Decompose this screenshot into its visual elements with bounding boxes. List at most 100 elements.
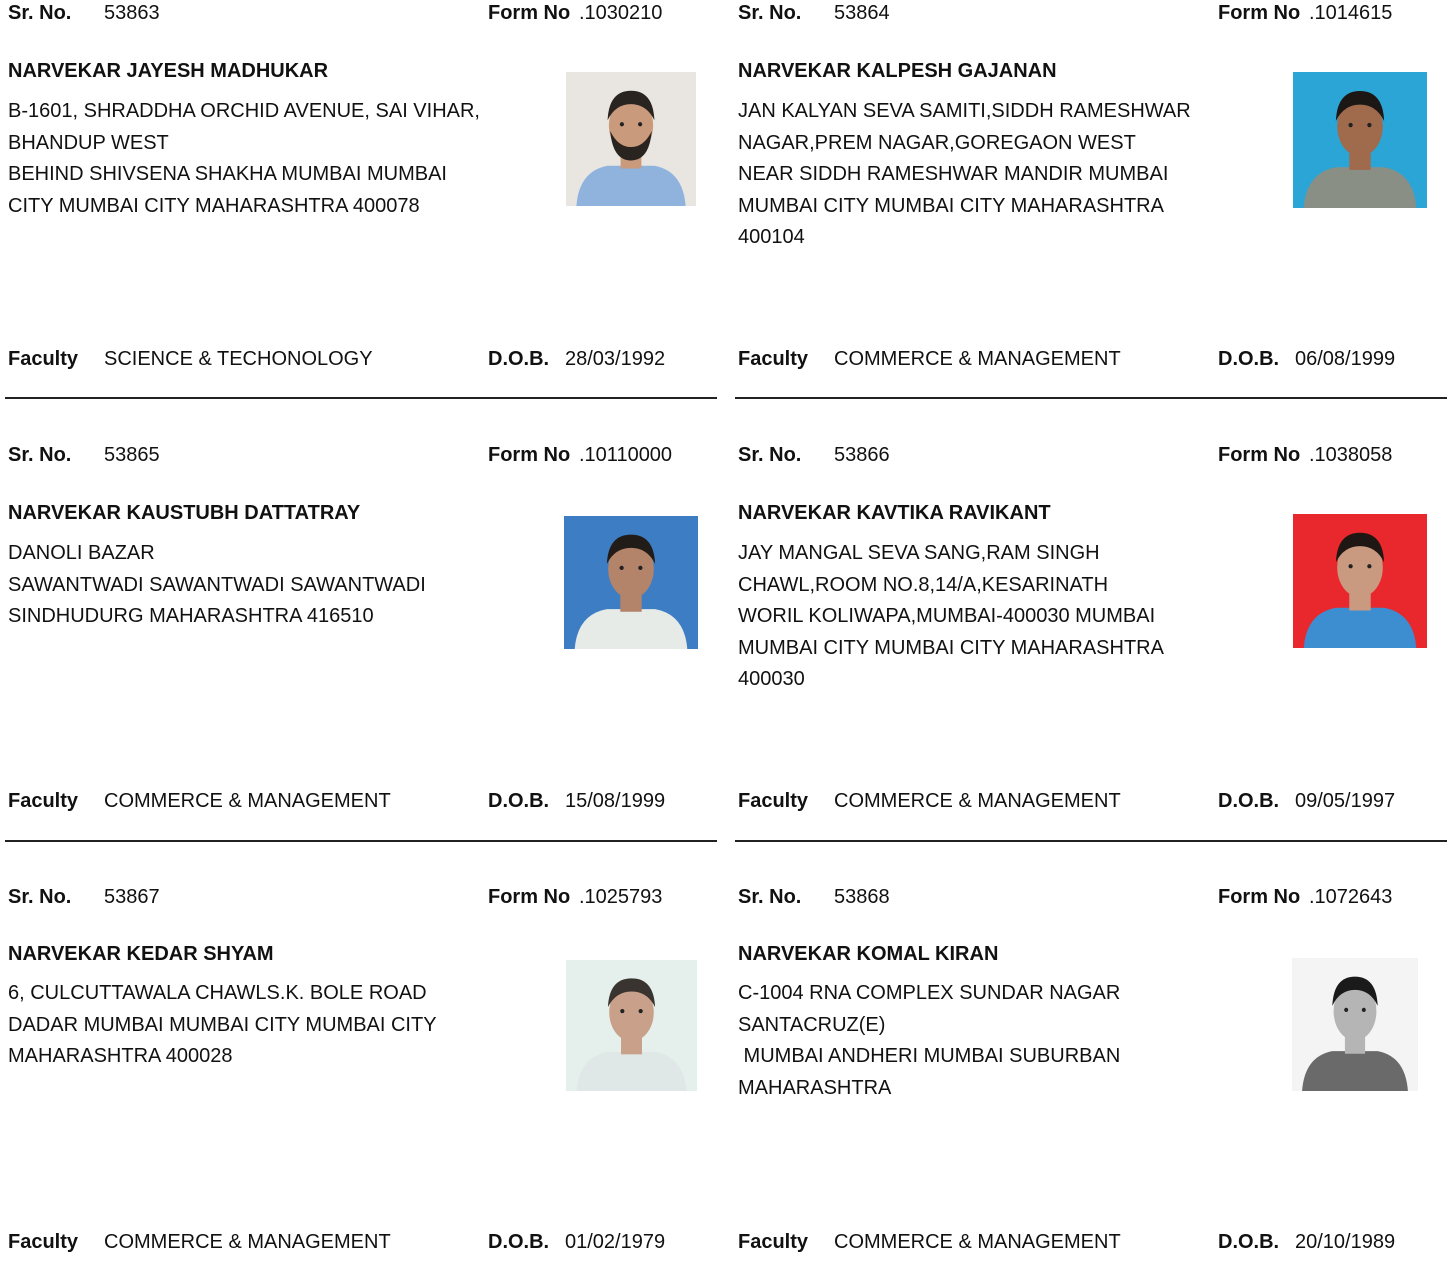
form-no-label: Form No — [488, 444, 571, 466]
sr-no-value: 53863 — [104, 2, 160, 24]
applicant-address: B-1601, SHRADDHA ORCHID AVENUE, SAI VIHA… — [8, 96, 528, 222]
photo-eye-left — [619, 565, 624, 570]
faculty-value: COMMERCE & MANAGEMENT — [834, 1231, 1121, 1253]
sr-no-label: Sr. No. — [8, 2, 72, 24]
photo-eye-left — [619, 122, 624, 127]
portrait-graphic — [1292, 958, 1418, 1091]
address-line: CHAWL,ROOM NO.8,14/A,KESARINATH — [738, 573, 1109, 596]
dob-value: 28/03/1992 — [565, 348, 666, 370]
sr-no-value: 53866 — [834, 444, 890, 466]
form-no-label: Form No — [1218, 2, 1301, 24]
faculty-value: COMMERCE & MANAGEMENT — [834, 790, 1121, 812]
record-card: Sr. No. 53868 Form No .1072643 NARVEKAR … — [730, 884, 1442, 1277]
dob-label: D.O.B. — [488, 348, 550, 370]
faculty-value: COMMERCE & MANAGEMENT — [104, 1231, 391, 1253]
address-line: BEHIND SHIVSENA SHAKHA MUMBAI MUMBAI — [8, 163, 447, 185]
form-no-value: .1038058 — [1309, 444, 1393, 466]
faculty-label: Faculty — [8, 790, 79, 812]
applicant-name: NARVEKAR KAVTIKA RAVIKANT — [738, 502, 1051, 524]
address-line: 400030 — [738, 668, 805, 690]
address-line: MUMBAI CITY MUMBAI CITY MAHARASHTRA — [738, 636, 1164, 659]
address-line: CITY MUMBAI CITY MAHARASHTRA 400078 — [8, 194, 420, 217]
photo-eye-left — [1344, 1007, 1349, 1012]
photo-eye-right — [1367, 564, 1372, 569]
dob-label: D.O.B. — [488, 1231, 550, 1253]
address-line: MAHARASHTRA 400028 — [8, 1045, 233, 1067]
dob-value: 01/02/1979 — [565, 1231, 666, 1253]
photo-eye-right — [638, 1008, 643, 1014]
photo-shoulders — [576, 165, 686, 206]
portrait-graphic — [1293, 72, 1427, 208]
applicant-photo — [566, 72, 696, 206]
address-line: DANOLI BAZAR — [8, 542, 155, 564]
address-line: WORIL KOLIWAPA,MUMBAI-400030 MUMBAI — [738, 605, 1156, 627]
applicant-photo — [566, 960, 697, 1091]
dob-value: 09/05/1997 — [1295, 790, 1396, 812]
photo-eye-left — [1348, 122, 1353, 128]
applicant-address: JAY MANGAL SEVA SANG,RAM SINGH CHAWL,ROO… — [738, 538, 1258, 696]
applicant-photo — [1293, 72, 1427, 208]
applicant-photo — [1293, 514, 1427, 648]
photo-shoulders — [1303, 167, 1417, 208]
address-line: JAY MANGAL SEVA SANG,RAM SINGH — [738, 542, 1100, 564]
portrait-graphic — [566, 72, 696, 206]
photo-eye-right — [1367, 122, 1372, 128]
dob-value: 06/08/1999 — [1295, 348, 1396, 370]
address-line: NEAR SIDDH RAMESHWAR MANDIR MUMBAI — [738, 163, 1169, 185]
sr-no-value: 53867 — [104, 886, 160, 908]
sr-no-value: 53864 — [834, 2, 890, 24]
portrait-graphic — [564, 516, 698, 649]
form-no-value: .1025793 — [579, 886, 663, 908]
address-line: DADAR MUMBAI MUMBAI CITY MUMBAI CITY — [8, 1013, 437, 1036]
record-card: Sr. No. 53867 Form No .1025793 NARVEKAR … — [0, 884, 712, 1277]
dob-label: D.O.B. — [1218, 1231, 1280, 1253]
photo-shoulders — [1303, 607, 1417, 648]
faculty-label: Faculty — [738, 348, 809, 370]
divider — [735, 840, 1447, 842]
address-line: BHANDUP WEST — [8, 131, 169, 154]
address-line: NAGAR,PREM NAGAR,GOREGAON WEST — [738, 131, 1136, 154]
form-no-value: .1072643 — [1309, 886, 1393, 908]
dob-label: D.O.B. — [488, 790, 550, 812]
faculty-label: Faculty — [738, 790, 809, 812]
sr-no-label: Sr. No. — [738, 886, 802, 908]
photo-eye-right — [638, 565, 643, 570]
divider — [5, 840, 717, 842]
applicant-photo — [564, 516, 698, 649]
address-line: C-1004 RNA COMPLEX SUNDAR NAGAR — [738, 982, 1121, 1004]
photo-eye-left — [620, 1008, 625, 1014]
applicant-address: DANOLI BAZAR SAWANTWADI SAWANTWADI SAWAN… — [8, 538, 528, 633]
sr-no-label: Sr. No. — [8, 886, 72, 908]
address-line: MAHARASHTRA — [738, 1076, 892, 1099]
sr-no-label: Sr. No. — [738, 444, 802, 466]
faculty-value: SCIENCE & TECHONOLOGY — [104, 348, 373, 370]
sr-no-value: 53865 — [104, 444, 160, 466]
faculty-label: Faculty — [8, 348, 79, 370]
sr-no-label: Sr. No. — [8, 444, 72, 466]
address-line: B-1601, SHRADDHA ORCHID AVENUE, SAI VIHA… — [8, 100, 480, 122]
dob-label: D.O.B. — [1218, 790, 1280, 812]
form-no-label: Form No — [488, 2, 571, 24]
applicant-name: NARVEKAR JAYESH MADHUKAR — [8, 60, 329, 82]
applicant-name: NARVEKAR KALPESH GAJANAN — [738, 60, 1057, 82]
applicant-address: C-1004 RNA COMPLEX SUNDAR NAGAR SANTACRU… — [738, 978, 1258, 1104]
records-grid: Sr. No. 53863 Form No .1030210 NARVEKAR … — [0, 0, 1454, 1277]
form-no-value: .1014615 — [1309, 2, 1393, 24]
portrait-graphic — [1293, 514, 1427, 648]
address-line: 400104 — [738, 226, 805, 248]
form-no-label: Form No — [488, 886, 571, 908]
sr-no-value: 53868 — [834, 886, 890, 908]
sr-no-label: Sr. No. — [738, 2, 802, 24]
photo-eye-right — [638, 122, 643, 127]
record-card: Sr. No. 53866 Form No .1038058 NARVEKAR … — [730, 442, 1447, 884]
divider — [5, 397, 717, 399]
address-line: 6, CULCUTTAWALA CHAWLS.K. BOLE ROAD — [8, 982, 427, 1004]
address-line: SINDHUDURG MAHARASHTRA 416510 — [8, 605, 374, 627]
dob-label: D.O.B. — [1218, 348, 1280, 370]
portrait-graphic — [566, 960, 697, 1091]
faculty-label: Faculty — [738, 1231, 809, 1253]
dob-value: 15/08/1999 — [565, 790, 666, 812]
address-line: SAWANTWADI SAWANTWADI SAWANTWADI — [8, 573, 426, 596]
applicant-name: NARVEKAR KAUSTUBH DATTATRAY — [8, 502, 361, 524]
faculty-value: COMMERCE & MANAGEMENT — [834, 348, 1121, 370]
